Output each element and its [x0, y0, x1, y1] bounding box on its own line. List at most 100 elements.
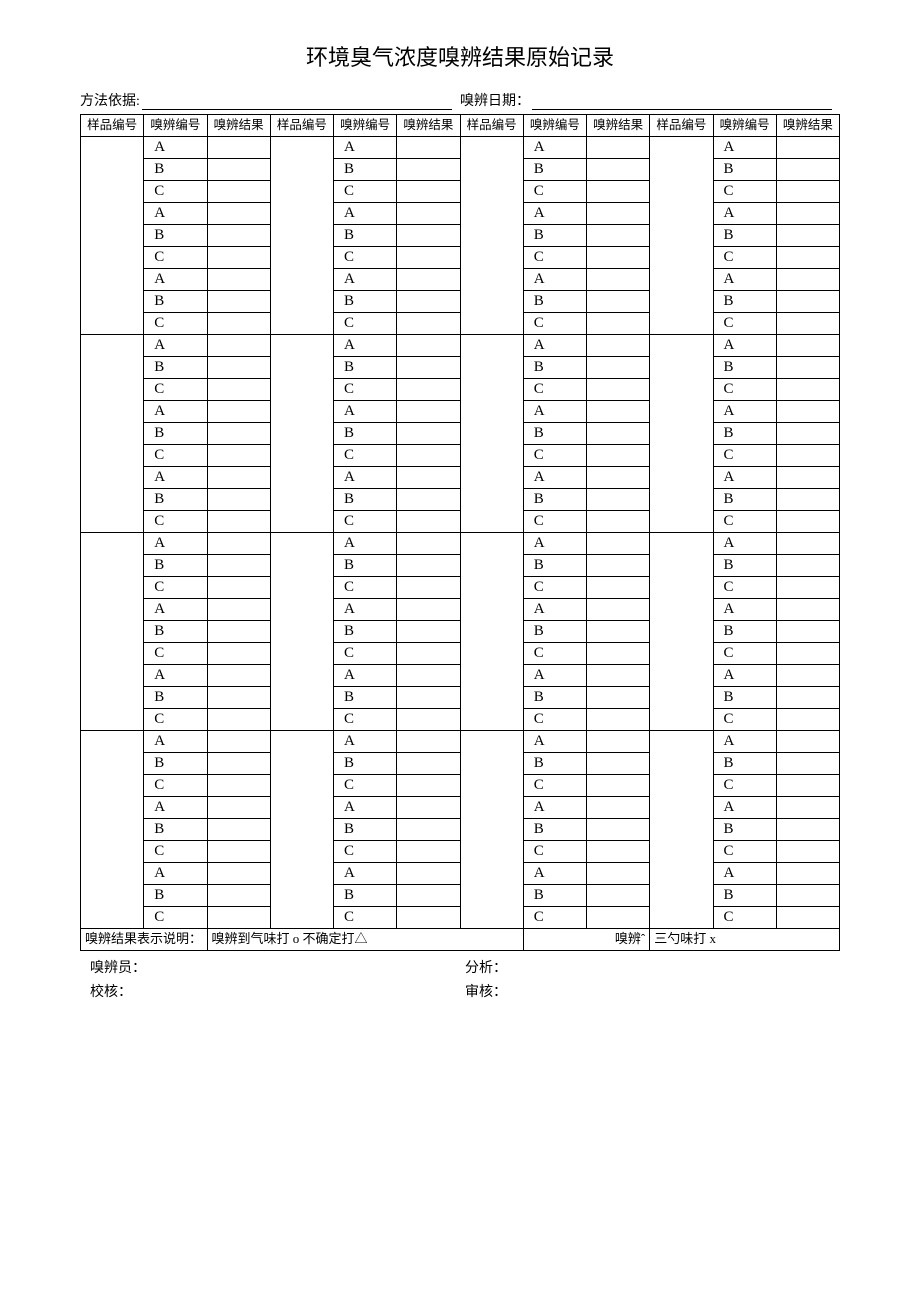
sniff-result-cell[interactable]	[207, 137, 270, 159]
sample-no-cell[interactable]	[81, 335, 144, 533]
sniff-result-cell[interactable]	[776, 775, 839, 797]
sniff-result-cell[interactable]	[207, 841, 270, 863]
sniff-result-cell[interactable]	[207, 599, 270, 621]
sniff-result-cell[interactable]	[207, 203, 270, 225]
sniff-result-cell[interactable]	[587, 423, 650, 445]
sniff-result-cell[interactable]	[776, 159, 839, 181]
sniff-result-cell[interactable]	[207, 885, 270, 907]
sniff-result-cell[interactable]	[397, 555, 460, 577]
sniff-result-cell[interactable]	[397, 819, 460, 841]
sniff-result-cell[interactable]	[776, 489, 839, 511]
sniff-result-cell[interactable]	[587, 137, 650, 159]
sample-no-cell[interactable]	[650, 731, 713, 929]
sniff-result-cell[interactable]	[587, 291, 650, 313]
sniff-result-cell[interactable]	[397, 467, 460, 489]
sniff-result-cell[interactable]	[587, 511, 650, 533]
sniff-result-cell[interactable]	[397, 379, 460, 401]
sample-no-cell[interactable]	[270, 335, 333, 533]
sniff-result-cell[interactable]	[207, 401, 270, 423]
sniff-result-cell[interactable]	[397, 247, 460, 269]
method-basis-field[interactable]	[142, 95, 452, 110]
sniff-result-cell[interactable]	[397, 423, 460, 445]
sample-no-cell[interactable]	[81, 137, 144, 335]
sniff-result-cell[interactable]	[587, 555, 650, 577]
sniff-result-cell[interactable]	[587, 335, 650, 357]
sniff-result-cell[interactable]	[776, 247, 839, 269]
sniff-result-cell[interactable]	[587, 379, 650, 401]
sniff-result-cell[interactable]	[587, 665, 650, 687]
sniff-result-cell[interactable]	[397, 269, 460, 291]
sniff-result-cell[interactable]	[207, 225, 270, 247]
sniff-result-cell[interactable]	[207, 709, 270, 731]
sniff-result-cell[interactable]	[397, 687, 460, 709]
sniff-result-cell[interactable]	[776, 599, 839, 621]
sniff-result-cell[interactable]	[587, 159, 650, 181]
sample-no-cell[interactable]	[270, 731, 333, 929]
sniff-result-cell[interactable]	[587, 269, 650, 291]
sniff-result-cell[interactable]	[776, 863, 839, 885]
sniff-result-cell[interactable]	[587, 247, 650, 269]
sniff-result-cell[interactable]	[776, 709, 839, 731]
sniff-result-cell[interactable]	[776, 291, 839, 313]
sniff-result-cell[interactable]	[207, 467, 270, 489]
sniff-result-cell[interactable]	[776, 269, 839, 291]
sniff-result-cell[interactable]	[207, 313, 270, 335]
sniff-result-cell[interactable]	[207, 907, 270, 929]
sniff-result-cell[interactable]	[207, 687, 270, 709]
sniff-result-cell[interactable]	[397, 709, 460, 731]
sniff-result-cell[interactable]	[207, 555, 270, 577]
sniff-result-cell[interactable]	[397, 533, 460, 555]
sniff-result-cell[interactable]	[397, 599, 460, 621]
sniff-result-cell[interactable]	[397, 775, 460, 797]
sniff-result-cell[interactable]	[207, 445, 270, 467]
sniff-result-cell[interactable]	[207, 489, 270, 511]
sniff-result-cell[interactable]	[776, 885, 839, 907]
sample-no-cell[interactable]	[460, 731, 523, 929]
sniff-result-cell[interactable]	[397, 577, 460, 599]
sniff-result-cell[interactable]	[207, 335, 270, 357]
sample-no-cell[interactable]	[81, 731, 144, 929]
sniff-result-cell[interactable]	[207, 577, 270, 599]
sniff-result-cell[interactable]	[587, 819, 650, 841]
sniff-result-cell[interactable]	[587, 357, 650, 379]
sniff-result-cell[interactable]	[207, 379, 270, 401]
sniff-result-cell[interactable]	[207, 819, 270, 841]
sniff-result-cell[interactable]	[776, 467, 839, 489]
sniff-result-cell[interactable]	[587, 731, 650, 753]
sample-no-cell[interactable]	[650, 533, 713, 731]
sniff-result-cell[interactable]	[397, 313, 460, 335]
sniff-result-cell[interactable]	[587, 203, 650, 225]
sniff-result-cell[interactable]	[587, 907, 650, 929]
sample-no-cell[interactable]	[650, 335, 713, 533]
sniff-result-cell[interactable]	[587, 709, 650, 731]
sniff-result-cell[interactable]	[776, 731, 839, 753]
sniff-result-cell[interactable]	[776, 401, 839, 423]
sniff-result-cell[interactable]	[776, 621, 839, 643]
sniff-result-cell[interactable]	[397, 511, 460, 533]
sniff-result-cell[interactable]	[207, 291, 270, 313]
sniff-result-cell[interactable]	[587, 401, 650, 423]
sniff-result-cell[interactable]	[207, 423, 270, 445]
sniff-result-cell[interactable]	[207, 643, 270, 665]
sniff-result-cell[interactable]	[207, 797, 270, 819]
sniff-result-cell[interactable]	[207, 533, 270, 555]
sniff-result-cell[interactable]	[776, 379, 839, 401]
sample-no-cell[interactable]	[460, 533, 523, 731]
sniff-result-cell[interactable]	[397, 203, 460, 225]
sniff-result-cell[interactable]	[397, 753, 460, 775]
sniff-date-field[interactable]	[532, 95, 832, 110]
sniff-result-cell[interactable]	[397, 335, 460, 357]
sniff-result-cell[interactable]	[587, 577, 650, 599]
sniff-result-cell[interactable]	[587, 841, 650, 863]
sniff-result-cell[interactable]	[397, 159, 460, 181]
sniff-result-cell[interactable]	[776, 203, 839, 225]
sample-no-cell[interactable]	[270, 533, 333, 731]
sniff-result-cell[interactable]	[776, 313, 839, 335]
sniff-result-cell[interactable]	[397, 863, 460, 885]
sniff-result-cell[interactable]	[207, 511, 270, 533]
sniff-result-cell[interactable]	[587, 489, 650, 511]
sniff-result-cell[interactable]	[587, 313, 650, 335]
sniff-result-cell[interactable]	[207, 753, 270, 775]
sniff-result-cell[interactable]	[397, 643, 460, 665]
sniff-result-cell[interactable]	[207, 181, 270, 203]
